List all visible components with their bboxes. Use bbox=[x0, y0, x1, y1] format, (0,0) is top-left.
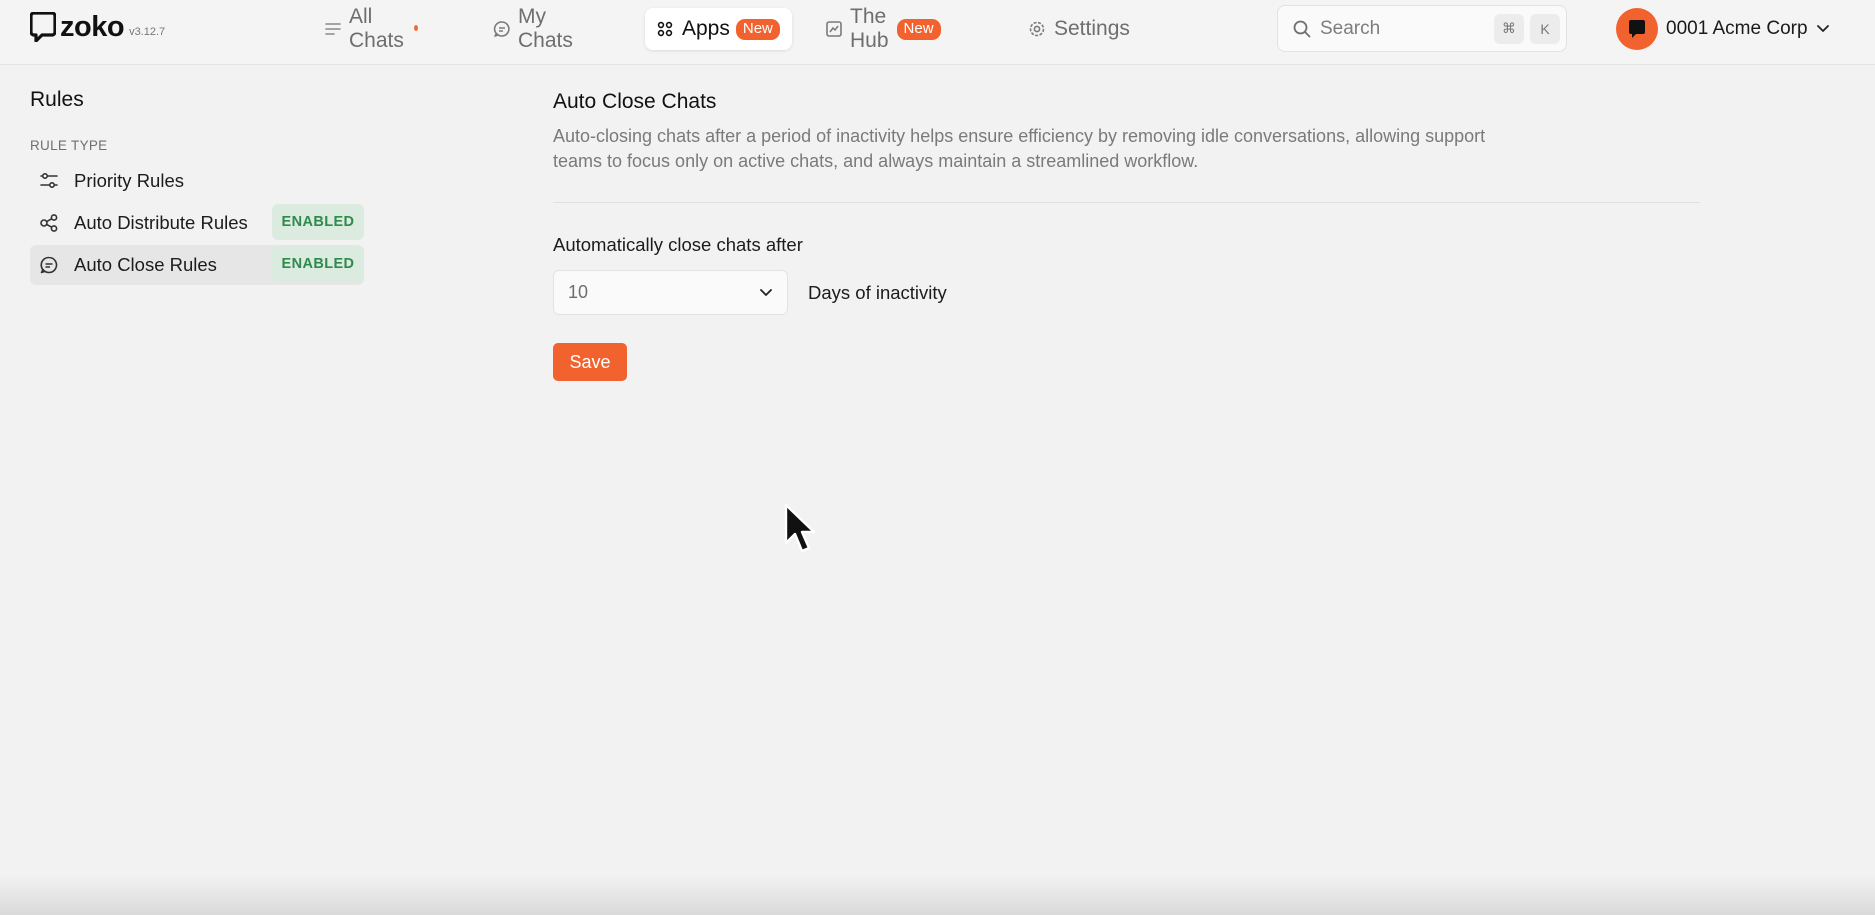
sidebar-item-auto-close-rules[interactable]: Auto Close Rules ENABLED bbox=[30, 245, 364, 285]
nav-my-chats-label: My Chats bbox=[518, 5, 573, 52]
nav-all-chats-label: All Chats bbox=[349, 5, 404, 52]
sliders-icon bbox=[38, 170, 60, 192]
search-input[interactable]: Search ⌘ K bbox=[1277, 5, 1567, 52]
divider bbox=[553, 202, 1700, 203]
days-suffix-label: Days of inactivity bbox=[808, 281, 947, 303]
sidebar-item-label: Auto Distribute Rules bbox=[74, 212, 248, 233]
nav-settings-label: Settings bbox=[1054, 17, 1130, 40]
section-label: RULE TYPE bbox=[30, 138, 108, 153]
top-navigation-bar: zoko v3.12.7 All Chats My Chats Apps New bbox=[0, 0, 1875, 65]
logo-text: zoko bbox=[60, 11, 125, 43]
nav-my-chats[interactable]: My Chats bbox=[483, 5, 585, 52]
status-badge: ENABLED bbox=[272, 246, 364, 282]
rules-sidebar: Rules RULE TYPE Priority Rules Auto Dist… bbox=[30, 88, 370, 287]
sidebar-title: Rules bbox=[30, 88, 84, 111]
account-name: 0001 Acme Corp bbox=[1666, 18, 1808, 39]
sidebar-item-priority-rules[interactable]: Priority Rules bbox=[30, 161, 364, 201]
zoko-avatar-icon bbox=[1629, 20, 1645, 38]
auto-close-settings-panel: Auto Close Chats Auto-closing chats afte… bbox=[553, 90, 1700, 381]
account-switcher[interactable]: 0001 Acme Corp bbox=[1616, 8, 1830, 50]
chart-icon bbox=[825, 19, 843, 39]
share-nodes-icon bbox=[38, 212, 60, 234]
apps-grid-icon bbox=[655, 19, 675, 39]
page-title: Auto Close Chats bbox=[553, 90, 717, 113]
chevron-down-icon bbox=[759, 288, 773, 298]
chat-close-icon bbox=[38, 254, 60, 276]
nav-apps-label: Apps bbox=[682, 17, 730, 40]
days-field-row: 10 Days of inactivity bbox=[553, 270, 1700, 315]
nav-the-hub-label: The Hub bbox=[850, 5, 889, 52]
zoko-logo[interactable]: zoko v3.12.7 bbox=[30, 12, 165, 42]
unread-dot bbox=[413, 25, 418, 31]
nav-the-hub[interactable]: The Hub New bbox=[815, 5, 951, 52]
days-select-value: 10 bbox=[568, 282, 589, 302]
sidebar-item-auto-distribute-rules[interactable]: Auto Distribute Rules ENABLED bbox=[30, 203, 364, 243]
app-version: v3.12.7 bbox=[129, 26, 166, 38]
search-placeholder: Search bbox=[1320, 17, 1381, 39]
nav-settings[interactable]: Settings bbox=[1017, 8, 1140, 50]
shortcut-k-key: K bbox=[1530, 13, 1560, 44]
avatar bbox=[1616, 8, 1658, 50]
sidebar-item-label: Priority Rules bbox=[74, 170, 184, 191]
new-badge: New bbox=[735, 18, 780, 40]
field-label: Automatically close chats after bbox=[553, 234, 803, 255]
chevron-down-icon bbox=[1816, 24, 1830, 34]
save-button[interactable]: Save bbox=[553, 343, 627, 381]
days-select[interactable]: 10 bbox=[553, 270, 788, 315]
shortcut-cmd-key: ⌘ bbox=[1494, 13, 1524, 44]
chat-bubble-icon bbox=[493, 19, 511, 39]
page-description: Auto-closing chats after a period of ina… bbox=[553, 126, 1486, 171]
list-icon bbox=[324, 19, 342, 39]
search-icon bbox=[1292, 18, 1314, 40]
bottom-shadow bbox=[0, 875, 1875, 915]
nav-apps[interactable]: Apps New bbox=[645, 8, 792, 50]
gear-icon bbox=[1027, 19, 1047, 39]
mouse-cursor-icon bbox=[783, 503, 817, 562]
status-badge: ENABLED bbox=[272, 204, 364, 240]
zoko-logo-icon bbox=[30, 12, 56, 42]
new-badge: New bbox=[896, 18, 941, 40]
sidebar-item-label: Auto Close Rules bbox=[74, 254, 217, 275]
nav-all-chats[interactable]: All Chats bbox=[314, 5, 428, 52]
